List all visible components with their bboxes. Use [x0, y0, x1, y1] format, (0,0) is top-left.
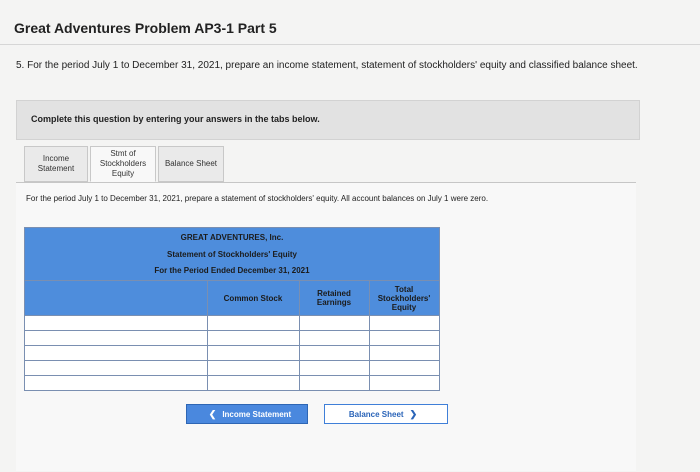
next-tab-label: Balance Sheet — [348, 409, 404, 419]
stockholders-equity-table: GREAT ADVENTURES, Inc. Statement of Stoc… — [24, 227, 440, 394]
col-header-line: Total — [394, 284, 414, 294]
title-divider — [0, 44, 700, 45]
col-header-line: Retained — [317, 289, 351, 298]
tab-label-line: Stockholders — [99, 159, 147, 168]
chevron-left-icon: ❮ — [208, 408, 217, 419]
row-label-cell[interactable] — [25, 316, 208, 334]
col-header-total-equity: Total Stockholders' Equity — [369, 281, 439, 315]
total-equity-cell[interactable] — [370, 376, 439, 394]
total-equity-cell[interactable] — [370, 331, 439, 349]
common-stock-cell[interactable] — [208, 376, 300, 394]
question-text: 5. For the period July 1 to December 31,… — [16, 60, 638, 71]
tab-stockholders-equity[interactable]: Stmt of Stockholders Equity — [90, 146, 156, 182]
column-header-row: Common Stock Retained Earnings Total Sto… — [25, 281, 439, 316]
retained-earnings-cell[interactable] — [300, 361, 370, 379]
tab-label-line: Equity — [111, 169, 135, 178]
page-title: Great Adventures Problem AP3-1 Part 5 — [14, 20, 277, 36]
table-row — [25, 361, 439, 379]
col-header-line: Earnings — [316, 298, 352, 307]
common-stock-cell[interactable] — [208, 361, 300, 379]
retained-earnings-cell[interactable] — [300, 376, 370, 394]
common-stock-cell[interactable] — [208, 316, 300, 334]
tab-label-line: Statement — [37, 164, 75, 173]
prev-tab-button[interactable]: ❮ Income Statement — [186, 404, 308, 424]
tab-balance-sheet[interactable]: Balance Sheet — [158, 146, 224, 182]
table-row — [25, 331, 439, 349]
statement-company: GREAT ADVENTURES, Inc. — [180, 233, 284, 242]
retained-earnings-input[interactable] — [300, 379, 369, 394]
chevron-right-icon: ❯ — [409, 408, 418, 419]
retained-earnings-cell[interactable] — [300, 331, 370, 349]
tab-label-line: Stmt of — [110, 149, 136, 158]
tab-panel: For the period July 1 to December 31, 20… — [16, 182, 636, 471]
next-tab-button[interactable]: Balance Sheet ❯ — [324, 404, 448, 424]
tab-income-statement[interactable]: Income Statement — [24, 146, 88, 182]
col-header-retained-earnings: Retained Earnings — [299, 281, 369, 315]
statement-period: For the Period Ended December 31, 2021 — [154, 266, 310, 275]
tab-label-line: Income — [42, 154, 70, 163]
row-label-input[interactable] — [25, 379, 207, 394]
table-row — [25, 316, 439, 334]
total-equity-cell[interactable] — [370, 346, 439, 364]
retained-earnings-cell[interactable] — [300, 346, 370, 364]
statement-header: GREAT ADVENTURES, Inc. Statement of Stoc… — [25, 228, 439, 281]
col-header-common-stock: Common Stock — [223, 293, 283, 303]
statement-name: Statement of Stockholders' Equity — [167, 250, 297, 259]
row-label-cell[interactable] — [25, 376, 208, 394]
prev-tab-label: Income Statement — [222, 409, 292, 419]
table-row — [25, 346, 439, 364]
panel-instructions: For the period July 1 to December 31, 20… — [26, 194, 489, 203]
table-row — [25, 376, 439, 394]
total-equity-cell[interactable] — [370, 361, 439, 379]
instruction-box: Complete this question by entering your … — [16, 100, 640, 140]
row-label-cell[interactable] — [25, 361, 208, 379]
common-stock-cell[interactable] — [208, 346, 300, 364]
row-label-cell[interactable] — [25, 346, 208, 364]
instruction-text: Complete this question by entering your … — [31, 114, 320, 124]
total-equity-input[interactable] — [370, 379, 439, 394]
total-equity-cell[interactable] — [370, 316, 439, 334]
retained-earnings-cell[interactable] — [300, 316, 370, 334]
col-header-line: Equity — [391, 302, 417, 312]
tab-label-line: Balance Sheet — [164, 159, 218, 168]
common-stock-cell[interactable] — [208, 331, 300, 349]
row-label-cell[interactable] — [25, 331, 208, 349]
common-stock-input[interactable] — [208, 379, 299, 394]
col-header-line: Stockholders' — [377, 293, 431, 303]
